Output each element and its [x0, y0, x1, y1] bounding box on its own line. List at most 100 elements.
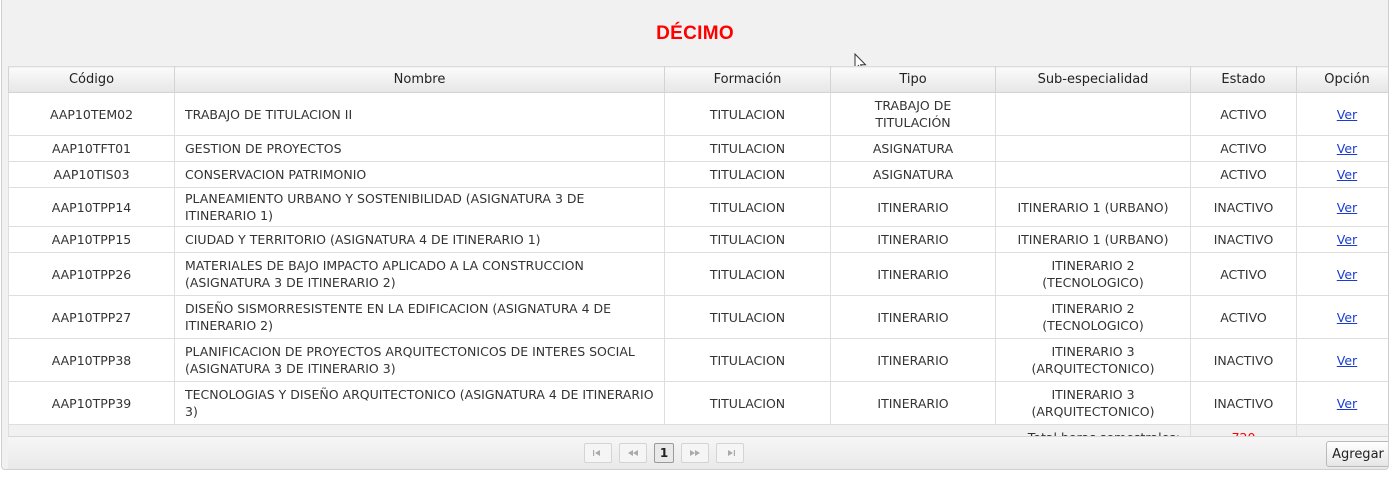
cell-estado: INACTIVO: [1190, 381, 1297, 425]
cell-formacion: TITULACION: [664, 92, 831, 136]
cell-sub-especialidad: [995, 92, 1191, 136]
cell-codigo: AAP10TEM02: [8, 92, 175, 136]
cell-estado: INACTIVO: [1190, 226, 1297, 253]
pager: 1: [584, 443, 744, 463]
section-title: DÉCIMO: [656, 23, 734, 44]
cell-tipo: ITINERARIO: [830, 187, 996, 227]
column-header-formacion[interactable]: Formación: [664, 66, 831, 93]
ver-link[interactable]: Ver: [1337, 310, 1357, 325]
cell-tipo: ITINERARIO: [830, 226, 996, 253]
cell-opcion: Ver: [1296, 226, 1388, 253]
add-button[interactable]: Agregar: [1326, 441, 1388, 467]
cell-estado: INACTIVO: [1190, 187, 1297, 227]
cell-codigo: AAP10TPP38: [8, 338, 175, 382]
ver-link[interactable]: Ver: [1337, 353, 1357, 368]
ver-link[interactable]: Ver: [1337, 232, 1357, 247]
first-page-button[interactable]: [584, 443, 612, 463]
column-header-sub-especialidad[interactable]: Sub-especialidad: [995, 66, 1191, 93]
cell-nombre: TRABAJO DE TITULACION II: [174, 92, 665, 136]
cell-formacion: TITULACION: [664, 381, 831, 425]
ver-link[interactable]: Ver: [1337, 167, 1357, 182]
cell-tipo: ITINERARIO: [830, 252, 996, 296]
cell-sub-especialidad: ITINERARIO 2 (TECNOLOGICO): [995, 252, 1191, 296]
page-number-button[interactable]: 1: [654, 443, 674, 463]
table-row: AAP10TPP15 CIUDAD Y TERRITORIO (ASIGNATU…: [8, 226, 1388, 253]
cell-codigo: AAP10TPP26: [8, 252, 175, 296]
cell-opcion: Ver: [1296, 187, 1388, 227]
cell-formacion: TITULACION: [664, 135, 831, 162]
cell-formacion: TITULACION: [664, 226, 831, 253]
cell-opcion: Ver: [1296, 338, 1388, 382]
cell-opcion: Ver: [1296, 161, 1388, 188]
ver-link[interactable]: Ver: [1337, 267, 1357, 282]
cell-sub-especialidad: [995, 161, 1191, 188]
cell-opcion: Ver: [1296, 135, 1388, 162]
cell-opcion: Ver: [1296, 252, 1388, 296]
cell-sub-especialidad: ITINERARIO 2 (TECNOLOGICO): [995, 295, 1191, 339]
cell-nombre: MATERIALES DE BAJO IMPACTO APLICADO A LA…: [174, 252, 665, 296]
column-header-tipo[interactable]: Tipo: [830, 66, 996, 93]
cell-nombre: CIUDAD Y TERRITORIO (ASIGNATURA 4 DE ITI…: [174, 226, 665, 253]
cell-formacion: TITULACION: [664, 161, 831, 188]
cell-estado: ACTIVO: [1190, 92, 1297, 136]
section-header: DÉCIMO: [2, 0, 1388, 66]
table-row: AAP10TPP26 MATERIALES DE BAJO IMPACTO AP…: [8, 252, 1388, 296]
column-header-codigo[interactable]: Código: [8, 66, 175, 93]
first-page-icon: [593, 450, 600, 456]
column-header-nombre[interactable]: Nombre: [174, 66, 665, 93]
cell-codigo: AAP10TPP27: [8, 295, 175, 339]
table-row: AAP10TPP14 PLANEAMIENTO URBANO Y SOSTENI…: [8, 187, 1388, 227]
cell-codigo: AAP10TPP14: [8, 187, 175, 227]
cell-nombre: PLANIFICACION DE PROYECTOS ARQUITECTONIC…: [174, 338, 665, 382]
table-row: AAP10TPP39 TECNOLOGIAS Y DISEÑO ARQUITEC…: [8, 381, 1388, 425]
cell-estado: ACTIVO: [1190, 135, 1297, 162]
cell-formacion: TITULACION: [664, 295, 831, 339]
cell-codigo: AAP10TPP15: [8, 226, 175, 253]
ver-link[interactable]: Ver: [1337, 141, 1357, 156]
prev-page-button[interactable]: [619, 443, 647, 463]
subjects-table: Código Nombre Formación Tipo Sub-especia…: [8, 66, 1388, 451]
cell-sub-especialidad: ITINERARIO 3 (ARQUITECTONICO): [995, 338, 1191, 382]
cell-opcion: Ver: [1296, 295, 1388, 339]
ver-link[interactable]: Ver: [1337, 200, 1357, 215]
cell-estado: INACTIVO: [1190, 338, 1297, 382]
cell-tipo: ITINERARIO: [830, 338, 996, 382]
cell-sub-especialidad: ITINERARIO 1 (URBANO): [995, 226, 1191, 253]
cell-sub-especialidad: ITINERARIO 1 (URBANO): [995, 187, 1191, 227]
next-page-icon: [690, 450, 700, 456]
cell-tipo: ASIGNATURA: [830, 135, 996, 162]
subjects-panel: DÉCIMO Código Nombre Formación Tipo Sub-…: [1, 0, 1389, 470]
cell-nombre: CONSERVACION PATRIMONIO: [174, 161, 665, 188]
table-header-row: Código Nombre Formación Tipo Sub-especia…: [8, 66, 1388, 93]
cell-sub-especialidad: ITINERARIO 3 (ARQUITECTONICO): [995, 381, 1191, 425]
column-header-estado[interactable]: Estado: [1190, 66, 1297, 93]
pagination-bar: 1 Agregar: [8, 436, 1388, 469]
table-row: AAP10TPP38 PLANIFICACION DE PROYECTOS AR…: [8, 338, 1388, 382]
cell-formacion: TITULACION: [664, 187, 831, 227]
table-row: AAP10TEM02 TRABAJO DE TITULACION II TITU…: [8, 92, 1388, 136]
prev-page-icon: [628, 450, 638, 456]
cell-nombre: TECNOLOGIAS Y DISEÑO ARQUITECTONICO (ASI…: [174, 381, 665, 425]
cell-tipo: ITINERARIO: [830, 295, 996, 339]
column-header-opcion[interactable]: Opción: [1296, 66, 1388, 93]
last-page-button[interactable]: [716, 443, 744, 463]
cell-codigo: AAP10TPP39: [8, 381, 175, 425]
cell-estado: ACTIVO: [1190, 252, 1297, 296]
cell-opcion: Ver: [1296, 381, 1388, 425]
cell-nombre: GESTION DE PROYECTOS: [174, 135, 665, 162]
cell-tipo: ASIGNATURA: [830, 161, 996, 188]
ver-link[interactable]: Ver: [1337, 107, 1357, 122]
table-row: AAP10TFT01 GESTION DE PROYECTOS TITULACI…: [8, 135, 1388, 162]
cell-codigo: AAP10TFT01: [8, 135, 175, 162]
table-row: AAP10TPP27 DISEÑO SISMORRESISTENTE EN LA…: [8, 295, 1388, 339]
cell-nombre: PLANEAMIENTO URBANO Y SOSTENIBILIDAD (AS…: [174, 187, 665, 227]
table-row: AAP10TIS03 CONSERVACION PATRIMONIO TITUL…: [8, 161, 1388, 188]
cell-estado: ACTIVO: [1190, 161, 1297, 188]
next-page-button[interactable]: [681, 443, 709, 463]
cell-sub-especialidad: [995, 135, 1191, 162]
ver-link[interactable]: Ver: [1337, 396, 1357, 411]
cell-estado: ACTIVO: [1190, 295, 1297, 339]
cell-codigo: AAP10TIS03: [8, 161, 175, 188]
cell-tipo: ITINERARIO: [830, 381, 996, 425]
cell-nombre: DISEÑO SISMORRESISTENTE EN LA EDIFICACIO…: [174, 295, 665, 339]
